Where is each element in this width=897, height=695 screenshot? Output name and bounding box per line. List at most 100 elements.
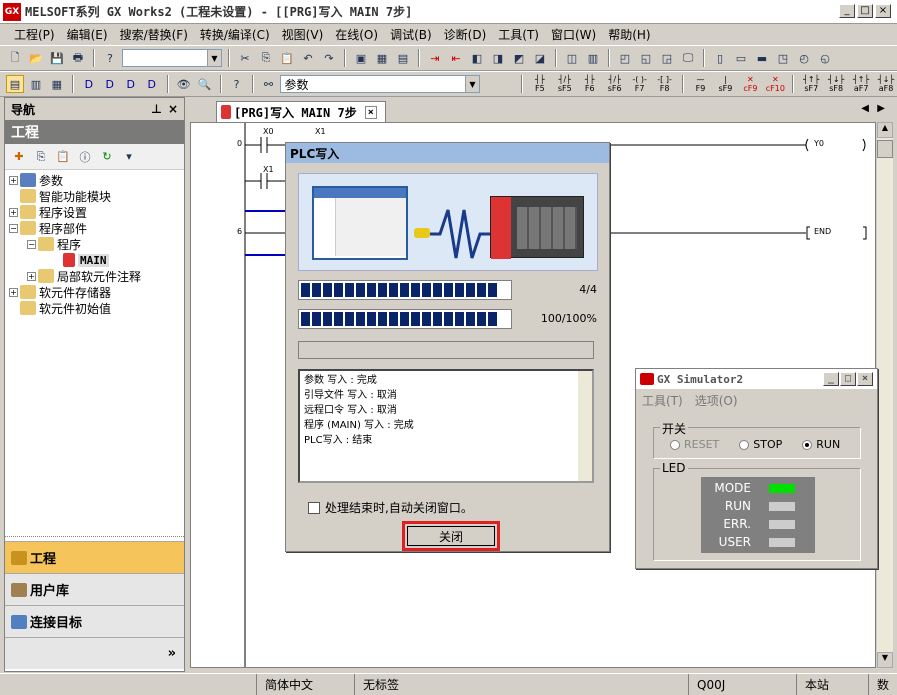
cut-icon[interactable]: ✂ <box>236 49 254 67</box>
tree-item-device-init[interactable]: 软元件初始值 <box>20 300 111 316</box>
scroll-thumb[interactable] <box>877 140 893 158</box>
redo-icon[interactable]: ↷ <box>320 49 338 67</box>
binoculars-icon[interactable]: ⚯ <box>260 75 278 93</box>
window-list-icon[interactable]: ▬ <box>753 49 771 67</box>
tab-prev-icon[interactable]: ◀ <box>861 103 869 114</box>
radio-stop[interactable]: STOP <box>739 438 782 451</box>
log-scrollbar[interactable] <box>578 371 592 481</box>
element-list-icon[interactable]: ▥ <box>27 75 45 93</box>
device-batch-replace-icon[interactable]: D <box>143 75 161 93</box>
window-tile-icon[interactable]: ▯ <box>711 49 729 67</box>
radio-reset[interactable]: RESET <box>670 438 719 451</box>
tree-item-parameter[interactable]: + 参数 <box>9 172 63 188</box>
menu-edit[interactable]: 编辑(E) <box>61 26 114 43</box>
compile-online-icon[interactable]: ▤ <box>394 49 412 67</box>
tab-main-program[interactable]: [PRG]写入 MAIN 7步 × <box>216 101 386 122</box>
nav-tab-library[interactable]: 用户库 <box>5 573 184 605</box>
monitor-icon[interactable]: ◨ <box>489 49 507 67</box>
copy-icon[interactable]: ⎘ <box>257 49 275 67</box>
sim-menu-options[interactable]: 选项(O) <box>695 392 738 409</box>
scroll-down-icon[interactable]: ▼ <box>877 652 893 668</box>
result-log[interactable]: 参数 写入 : 完成 引导文件 写入 : 取消 远程口令 写入 : 取消 程序 … <box>298 369 594 483</box>
menu-view[interactable]: 视图(V) <box>276 26 330 43</box>
close-window-button[interactable]: × <box>875 4 891 18</box>
tree-item-device-memory[interactable]: + 软元件存储器 <box>9 284 111 300</box>
auto-close-option[interactable]: 处理结束时,自动关闭窗口。 <box>308 499 473 516</box>
rising-pulse-or-button[interactable]: ┤↑├ aF7 <box>850 75 872 93</box>
tree-item-intelligent-module[interactable]: 智能功能模块 <box>20 188 111 204</box>
print-icon[interactable]: 🖶 <box>69 49 87 67</box>
help-search-icon[interactable]: ? <box>228 75 246 93</box>
output-window-icon[interactable]: ▦ <box>48 75 66 93</box>
nav-tab-connection[interactable]: 连接目标 <box>5 605 184 637</box>
sim-menu-tools[interactable]: 工具(T) <box>642 392 683 409</box>
menu-window[interactable]: 窗口(W) <box>545 26 602 43</box>
open-folder-icon[interactable]: 📂 <box>27 49 45 67</box>
read-plc-icon[interactable]: ⇤ <box>447 49 465 67</box>
menu-project[interactable]: 工程(P) <box>8 26 61 43</box>
tree-item-pou[interactable]: − 程序部件 <box>9 220 87 236</box>
compile-all-icon[interactable]: ▦ <box>373 49 391 67</box>
menu-convert[interactable]: 转换/编译(C) <box>194 26 276 43</box>
menu-diagnostics[interactable]: 诊断(D) <box>438 26 493 43</box>
save-icon[interactable]: 💾 <box>48 49 66 67</box>
menu-tools[interactable]: 工具(T) <box>492 26 545 43</box>
device-comment-icon[interactable]: D <box>122 75 140 93</box>
copy-data-icon[interactable]: ⎘ <box>32 148 50 166</box>
help-icon[interactable]: ? <box>101 49 119 67</box>
paste-data-icon[interactable]: 📋 <box>54 148 72 166</box>
vline-button[interactable]: | sF9 <box>714 75 736 93</box>
undo-icon[interactable]: ↶ <box>299 49 317 67</box>
diagnostics-icon[interactable]: ◰ <box>616 49 634 67</box>
network-icon[interactable]: ◲ <box>658 49 676 67</box>
delete-vline-button[interactable]: ✕ cF10 <box>764 75 786 93</box>
zoom-icon[interactable]: ◳ <box>774 49 792 67</box>
tree-item-main[interactable]: MAIN <box>63 252 109 268</box>
buffer-memory-icon[interactable]: ▥ <box>584 49 602 67</box>
maximize-button[interactable]: □ <box>857 4 873 18</box>
toolbar-combo-1[interactable]: ▼ <box>122 49 222 67</box>
navigation-toggle-icon[interactable]: ▤ <box>6 75 24 93</box>
paste-icon[interactable]: 📋 <box>278 49 296 67</box>
falling-pulse-or-button[interactable]: ┤↓├ aF8 <box>875 75 897 93</box>
device-batch-icon[interactable]: ◫ <box>563 49 581 67</box>
minimize-button[interactable]: _ <box>839 4 855 18</box>
write-plc-icon[interactable]: ⇥ <box>426 49 444 67</box>
menu-help[interactable]: 帮助(H) <box>602 26 656 43</box>
tree-item-program[interactable]: − 程序 <box>27 236 81 252</box>
delete-hline-button[interactable]: ✕ cF9 <box>739 75 761 93</box>
compile-icon[interactable]: ▣ <box>352 49 370 67</box>
start-icon[interactable]: ◴ <box>795 49 813 67</box>
nav-close-icon[interactable]: × <box>168 102 178 116</box>
toolbar-combo-2[interactable]: 参数 ▼ <box>280 75 480 93</box>
contact-no-button[interactable]: ┤├ F5 <box>529 75 551 93</box>
filter-icon[interactable]: ▾ <box>120 148 138 166</box>
radio-run[interactable]: RUN <box>802 438 840 451</box>
refresh-icon[interactable]: ↻ <box>98 148 116 166</box>
system-monitor-icon[interactable]: ◱ <box>637 49 655 67</box>
watch-icon[interactable]: 👁 <box>175 75 193 93</box>
rising-pulse-button[interactable]: ┤↑├ sF7 <box>800 75 822 93</box>
menu-search[interactable]: 搜索/替换(F) <box>114 26 194 43</box>
verify-icon[interactable]: ◧ <box>468 49 486 67</box>
monitor-stop-icon[interactable]: ◩ <box>510 49 528 67</box>
contact-ornc-button[interactable]: ┤/├ sF6 <box>604 75 626 93</box>
sim-maximize-button[interactable]: □ <box>840 372 856 386</box>
tab-next-icon[interactable]: ▶ <box>877 103 885 114</box>
sim-close-button[interactable]: × <box>857 372 873 386</box>
contact-nc-button[interactable]: ┤/├ sF5 <box>554 75 576 93</box>
contact-or-button[interactable]: ┤├ F6 <box>579 75 601 93</box>
tab-close-icon[interactable]: × <box>364 105 377 119</box>
display-icon[interactable]: 🖵 <box>679 49 697 67</box>
nav-tab-project[interactable]: 工程 <box>5 541 184 573</box>
falling-pulse-button[interactable]: ┤↓├ sF8 <box>825 75 847 93</box>
stop-icon[interactable]: ◵ <box>816 49 834 67</box>
nav-more[interactable]: » <box>5 637 184 669</box>
coil-button[interactable]: -( )- F7 <box>629 75 651 93</box>
tree-item-program-setting[interactable]: + 程序设置 <box>9 204 87 220</box>
menu-debug[interactable]: 调试(B) <box>384 26 438 43</box>
hline-button[interactable]: — F9 <box>690 75 712 93</box>
sim-minimize-button[interactable]: _ <box>823 372 839 386</box>
instruction-button[interactable]: -[ ]- F8 <box>654 75 676 93</box>
auto-close-checkbox[interactable] <box>308 501 320 514</box>
